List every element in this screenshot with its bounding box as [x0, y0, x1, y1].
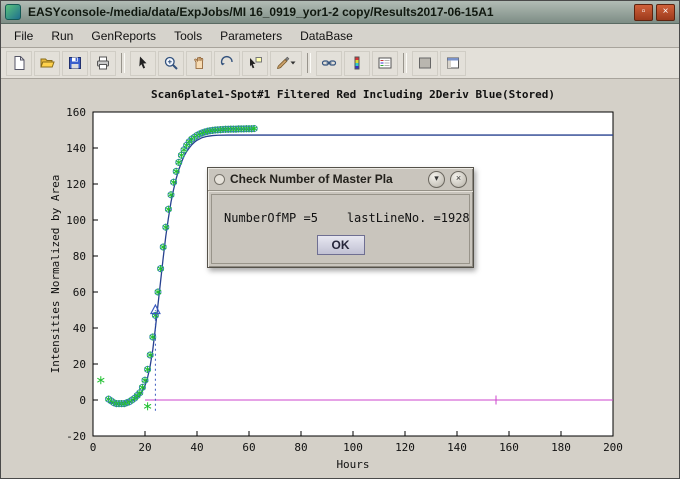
menu-parameters[interactable]: Parameters [211, 26, 291, 46]
hide-plot-tools-icon [417, 55, 433, 71]
svg-text:Scan6plate1-Spot#1 Filtered Re: Scan6plate1-Spot#1 Filtered Red Includin… [151, 88, 555, 101]
print-button[interactable] [90, 51, 116, 76]
dialog-body: NumberOfMP =5 lastLineNo. =1928 OK [211, 194, 470, 264]
svg-text:160: 160 [499, 441, 519, 454]
toolbar-separator [403, 53, 407, 73]
dialog-icon [214, 174, 225, 185]
rotate-icon [219, 55, 235, 71]
new-document-button[interactable] [6, 51, 32, 76]
menu-file[interactable]: File [5, 26, 42, 46]
menu-genreports[interactable]: GenReports [82, 26, 165, 46]
svg-text:Hours: Hours [336, 458, 369, 471]
minimize-button[interactable]: ▫ [634, 4, 653, 21]
svg-text:120: 120 [66, 178, 86, 191]
svg-text:60: 60 [73, 286, 86, 299]
svg-text:100: 100 [343, 441, 363, 454]
menubar: File Run GenReports Tools Parameters Dat… [1, 24, 679, 48]
zoom-in-button[interactable] [158, 51, 184, 76]
hide-plot-tools-button[interactable] [412, 51, 438, 76]
titlebar: EASYconsole-/media/data/ExpJobs/MI 16_09… [1, 1, 679, 24]
printer-icon [95, 55, 111, 71]
hand-icon [191, 55, 207, 71]
dialog-check-number-of-master-plates: Check Number of Master Pla ▾ × NumberOfM… [207, 167, 474, 268]
svg-text:180: 180 [551, 441, 571, 454]
toolbar-separator [121, 53, 125, 73]
menu-database[interactable]: DataBase [291, 26, 362, 46]
svg-text:80: 80 [294, 441, 307, 454]
open-folder-icon [39, 55, 55, 71]
dialog-titlebar: Check Number of Master Pla ▾ × [208, 168, 473, 191]
svg-text:80: 80 [73, 250, 86, 263]
close-button[interactable]: × [656, 4, 675, 21]
svg-text:20: 20 [138, 441, 151, 454]
svg-text:Intensities Normalized by Area: Intensities Normalized by Area [49, 175, 62, 374]
pan-hand-button[interactable] [186, 51, 212, 76]
brush-icon [275, 55, 297, 71]
app-icon [5, 4, 21, 20]
app-window: EASYconsole-/media/data/ExpJobs/MI 16_09… [0, 0, 680, 479]
toolbar-separator [307, 53, 311, 73]
open-file-button[interactable] [34, 51, 60, 76]
menu-tools[interactable]: Tools [165, 26, 211, 46]
cursor-arrow-button[interactable] [130, 51, 156, 76]
svg-text:40: 40 [73, 322, 86, 335]
window-title: EASYconsole-/media/data/ExpJobs/MI 16_09… [28, 5, 631, 19]
svg-text:160: 160 [66, 106, 86, 119]
brush-button[interactable] [270, 51, 302, 76]
svg-text:0: 0 [79, 394, 86, 407]
floppy-disk-icon [67, 55, 83, 71]
dialog-message: NumberOfMP =5 lastLineNo. =1928 [224, 211, 470, 225]
svg-text:20: 20 [73, 358, 86, 371]
chart-canvas: 0 20 40 60 80 100 120 140 160 180 200 -20 0 20 40 60 80 1… [1, 79, 680, 479]
svg-text:-20: -20 [66, 430, 86, 443]
data-cursor-icon [247, 55, 263, 71]
svg-text:140: 140 [447, 441, 467, 454]
show-plot-tools-icon [445, 55, 461, 71]
cursor-arrow-icon [135, 55, 151, 71]
show-plot-tools-button[interactable] [440, 51, 466, 76]
save-button[interactable] [62, 51, 88, 76]
dialog-rollup-button[interactable]: ▾ [428, 171, 445, 188]
menu-run[interactable]: Run [42, 26, 82, 46]
dialog-title: Check Number of Master Pla [230, 172, 423, 186]
legend-icon [377, 55, 393, 71]
link-icon [321, 55, 337, 71]
svg-text:200: 200 [603, 441, 623, 454]
svg-text:120: 120 [395, 441, 415, 454]
colorbar-icon [349, 55, 365, 71]
svg-text:100: 100 [66, 214, 86, 227]
rotate-3d-button[interactable] [214, 51, 240, 76]
ok-button[interactable]: OK [317, 235, 365, 255]
figure-area: 0 20 40 60 80 100 120 140 160 180 200 -20 0 20 40 60 80 1… [1, 79, 679, 479]
svg-text:0: 0 [90, 441, 97, 454]
dialog-close-button[interactable]: × [450, 171, 467, 188]
zoom-in-icon [163, 55, 179, 71]
svg-text:60: 60 [242, 441, 255, 454]
insert-legend-button[interactable] [372, 51, 398, 76]
data-cursor-button[interactable] [242, 51, 268, 76]
svg-text:140: 140 [66, 142, 86, 155]
toolbar [1, 48, 679, 79]
svg-text:40: 40 [190, 441, 203, 454]
link-plot-button[interactable] [316, 51, 342, 76]
new-document-icon [11, 55, 27, 71]
insert-colorbar-button[interactable] [344, 51, 370, 76]
dropdown-caret-icon [291, 62, 296, 65]
